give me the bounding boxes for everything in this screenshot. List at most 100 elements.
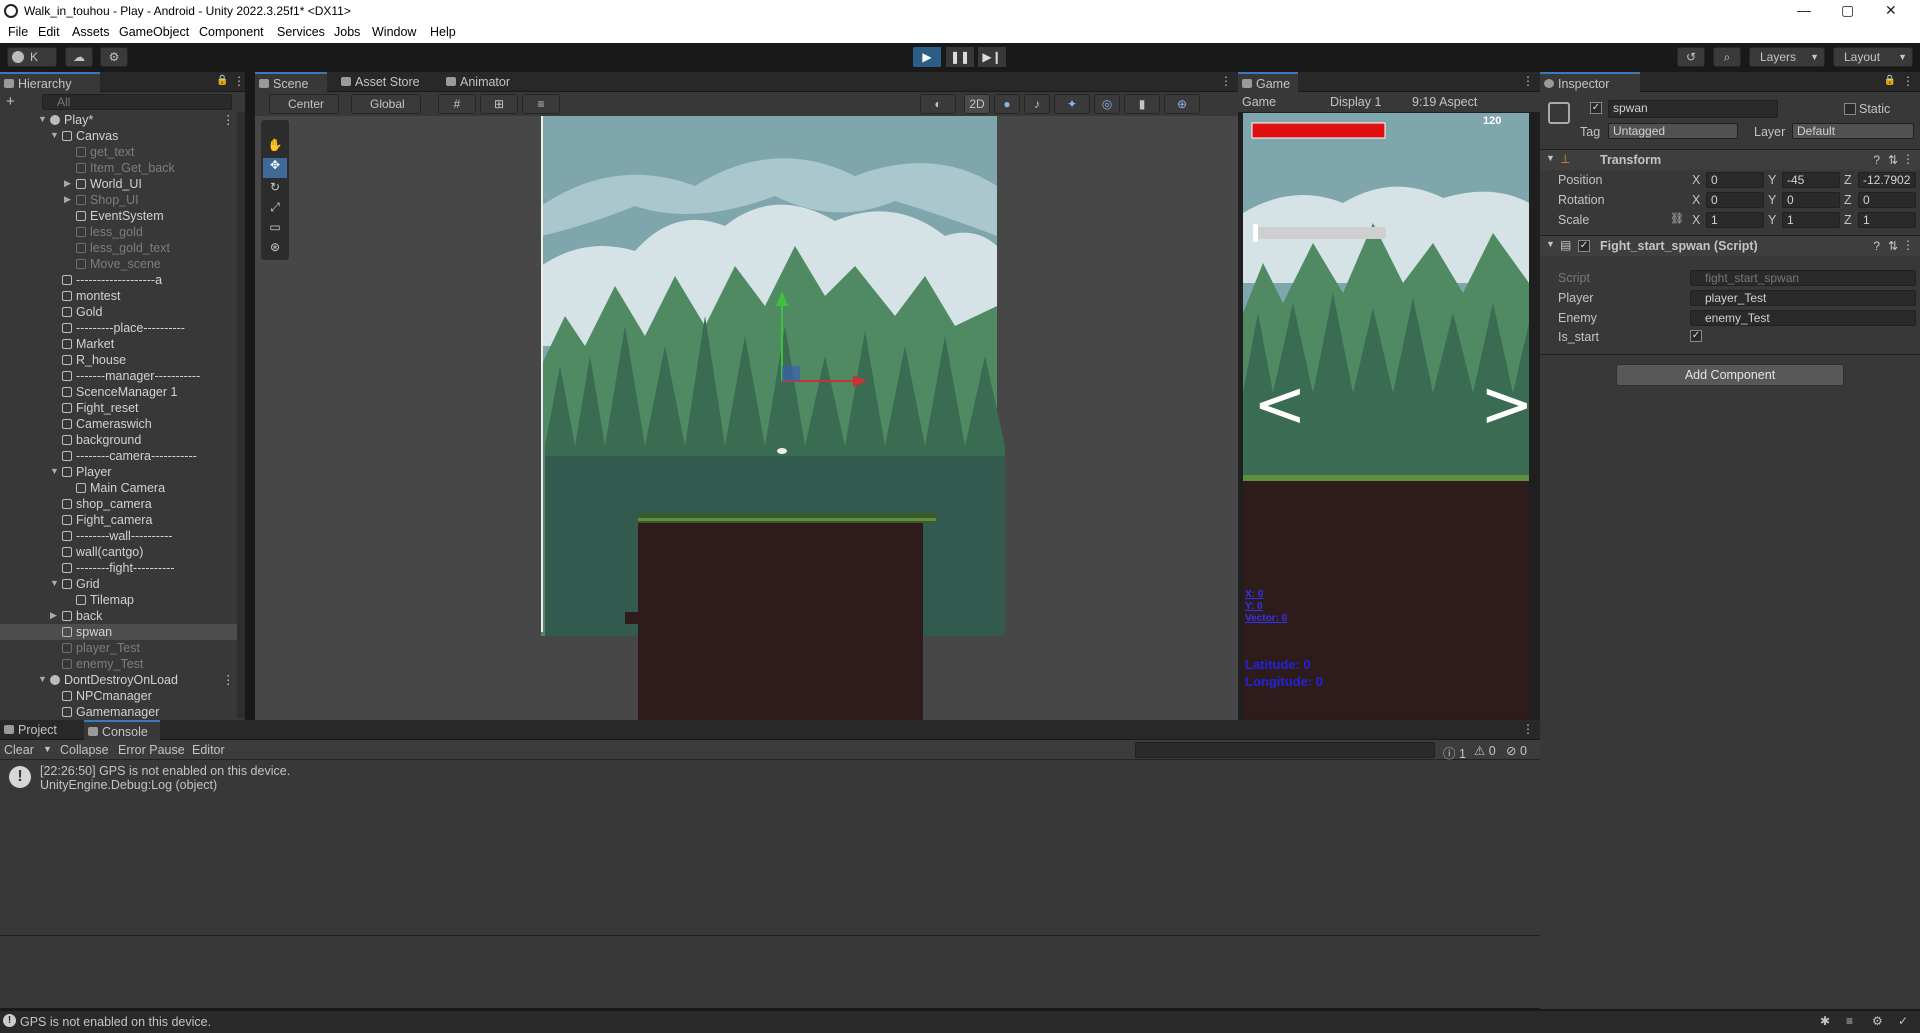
gizmos-icon[interactable]: ⊕ <box>1164 94 1200 114</box>
hierarchy-item[interactable]: Fight_camera <box>0 512 238 528</box>
play-button[interactable]: ▶ <box>913 47 941 67</box>
menu-window[interactable]: Window <box>372 25 416 39</box>
hierarchy-item[interactable]: EventSystem <box>0 208 238 224</box>
close-button[interactable]: ✕ <box>1885 2 1897 19</box>
toggle-2d-button[interactable]: 2D <box>964 94 990 114</box>
hierarchy-item[interactable]: get_text <box>0 144 238 160</box>
layout-dropdown[interactable]: Layout ▼ <box>1833 47 1913 67</box>
tag-dropdown[interactable]: Untagged <box>1608 123 1738 139</box>
menu-component[interactable]: Component <box>199 25 264 39</box>
expand-arrow-icon[interactable]: ▼ <box>50 578 59 588</box>
collapse-button[interactable]: Collapse <box>60 743 109 757</box>
rotation-z-field[interactable]: 0 <box>1858 192 1916 208</box>
tab-asset-store[interactable]: Asset Store <box>337 72 428 92</box>
more-menu-icon[interactable]: ⋮ <box>1220 74 1232 88</box>
effects-icon[interactable]: ✦ <box>1054 94 1090 114</box>
camera-icon[interactable]: ▮ <box>1124 94 1160 114</box>
script-component-header[interactable]: ▼ ▤ ✓ Fight_start_spwan (Script) ? ⇅ ⋮ <box>1540 236 1920 256</box>
hierarchy-item[interactable]: Tilemap <box>0 592 238 608</box>
rotation-y-field[interactable]: 0 <box>1782 192 1840 208</box>
error-count-toggle[interactable]: ⊘ 0 <box>1506 743 1527 758</box>
hierarchy-item[interactable]: ScenceManager 1 <box>0 384 238 400</box>
hierarchy-item[interactable]: ▼ Canvas <box>0 128 238 144</box>
grid-snap-icon[interactable]: # <box>438 94 476 114</box>
hierarchy-scene-root[interactable]: ▼ Play* ⋮ <box>0 112 238 128</box>
tab-hierarchy[interactable]: Hierarchy <box>0 72 100 92</box>
more-menu-icon[interactable]: ⋮ <box>222 672 235 687</box>
component-enabled-checkbox[interactable]: ✓ <box>1578 240 1590 252</box>
hierarchy-item[interactable]: -------------------a <box>0 272 238 288</box>
hierarchy-item[interactable]: ▶ back <box>0 608 238 624</box>
hierarchy-item[interactable]: ▼ Grid <box>0 576 238 592</box>
move-tool-icon[interactable]: ✥ <box>263 158 287 178</box>
link-icon[interactable]: ⛓ <box>1670 212 1684 225</box>
console-search-input[interactable] <box>1135 742 1435 758</box>
more-menu-icon[interactable]: ⋮ <box>233 74 245 88</box>
hierarchy-item[interactable]: --------camera----------- <box>0 448 238 464</box>
collapse-arrow-icon[interactable]: ▶ <box>64 194 71 205</box>
bug-icon[interactable]: ✱ <box>1820 1014 1830 1028</box>
tab-project[interactable]: Project <box>0 720 65 740</box>
hierarchy-scrollbar[interactable] <box>237 112 245 718</box>
hierarchy-item[interactable]: ▶ World_UI <box>0 176 238 192</box>
tab-inspector[interactable]: Inspector <box>1540 72 1640 92</box>
tab-scene[interactable]: Scene <box>255 72 327 92</box>
hierarchy-item[interactable]: wall(cantgo) <box>0 544 238 560</box>
search-icon[interactable]: ⌕ <box>1713 47 1741 67</box>
rotation-x-field[interactable]: 0 <box>1706 192 1764 208</box>
hierarchy-item[interactable]: Market <box>0 336 238 352</box>
game-mode-dropdown[interactable]: Game <box>1242 95 1276 109</box>
game-view[interactable]: 120 < > X: 0 Y: 0 Vector: 0 Latitude: 0 … <box>1243 113 1529 719</box>
hierarchy-item[interactable]: R_house <box>0 352 238 368</box>
hierarchy-item[interactable]: Gamemanager <box>0 704 238 720</box>
hierarchy-item[interactable]: player_Test <box>0 640 238 656</box>
layers-dropdown[interactable]: Layers ▼ <box>1749 47 1825 67</box>
hierarchy-item[interactable]: Move_scene <box>0 256 238 272</box>
preset-icon[interactable]: ⇅ <box>1888 239 1898 253</box>
aspect-dropdown[interactable]: 9:19 Aspect <box>1412 95 1477 109</box>
more-menu-icon[interactable]: ⋮ <box>1522 722 1534 736</box>
history-icon[interactable]: ↺ <box>1677 47 1705 67</box>
add-icon[interactable]: + <box>6 93 15 110</box>
lighting-icon[interactable]: ● <box>994 94 1020 114</box>
expand-arrow-icon[interactable]: ▼ <box>50 130 59 140</box>
tab-console[interactable]: Console <box>84 720 160 740</box>
arrow-left-button[interactable]: < <box>1253 373 1307 437</box>
stack-icon[interactable]: ≡ <box>1846 1014 1853 1028</box>
chevron-down-icon[interactable]: ▼ <box>43 744 52 754</box>
hierarchy-item[interactable]: spwan <box>0 624 238 640</box>
expand-arrow-icon[interactable]: ▼ <box>50 466 59 476</box>
lock-icon[interactable]: 🔒 <box>1884 75 1896 86</box>
static-checkbox[interactable] <box>1844 103 1856 115</box>
position-y-field[interactable]: -45 <box>1782 172 1840 188</box>
expand-arrow-icon[interactable]: ▼ <box>38 114 47 124</box>
scene-view[interactable] <box>255 116 1238 720</box>
hand-tool-icon[interactable]: ✋ <box>265 138 285 156</box>
settings-icon[interactable]: ⚙ <box>1872 1014 1883 1028</box>
hierarchy-item[interactable]: less_gold_text <box>0 240 238 256</box>
ruler-icon[interactable]: ≡ <box>522 94 560 114</box>
more-menu-icon[interactable]: ⋮ <box>1902 152 1914 166</box>
pause-button[interactable]: ❚❚ <box>946 47 974 67</box>
scale-tool-icon[interactable]: ⤢ <box>265 200 285 218</box>
status-message[interactable]: GPS is not enabled on this device. <box>20 1015 211 1029</box>
clear-button[interactable]: Clear <box>4 743 34 757</box>
hierarchy-item[interactable]: --------wall---------- <box>0 528 238 544</box>
hierarchy-item[interactable]: Fight_reset <box>0 400 238 416</box>
transform-tool-icon[interactable]: ⊛ <box>265 240 285 258</box>
hierarchy-item[interactable]: less_gold <box>0 224 238 240</box>
hierarchy-item[interactable]: enemy_Test <box>0 656 238 672</box>
pivot-dropdown[interactable]: Center <box>269 94 339 114</box>
active-checkbox[interactable]: ✓ <box>1590 102 1602 114</box>
hierarchy-item[interactable]: Cameraswich <box>0 416 238 432</box>
collapse-arrow-icon[interactable]: ▶ <box>50 610 57 621</box>
hierarchy-item[interactable]: montest <box>0 288 238 304</box>
check-icon[interactable]: ✓ <box>1898 1014 1908 1028</box>
menu-services[interactable]: Services <box>277 25 325 39</box>
collab-icon[interactable]: ⚙ <box>100 47 128 67</box>
hierarchy-item[interactable]: NPCmanager <box>0 688 238 704</box>
scale-y-field[interactable]: 1 <box>1782 212 1840 228</box>
object-name-field[interactable]: spwan <box>1608 100 1778 118</box>
menu-assets[interactable]: Assets <box>72 25 110 39</box>
menu-edit[interactable]: Edit <box>38 25 60 39</box>
